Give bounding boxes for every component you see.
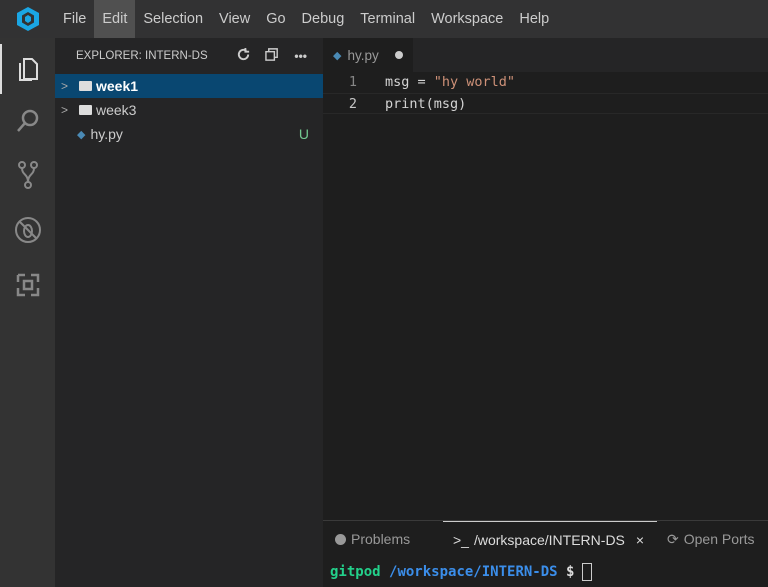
code-text: msg = [385, 74, 434, 90]
tab-label: /workspace/INTERN-DS [473, 531, 625, 548]
tree-item-label: week3 [96, 102, 137, 118]
code-line: 1 msg = "hy world" [323, 72, 768, 93]
terminal-cursor [582, 563, 593, 581]
menu-debug[interactable]: Debug [294, 0, 353, 38]
bottom-panel: Problems >_/workspace/INTERN-DS × ⟳ Open P… [323, 520, 768, 587]
menu-edit[interactable]: Edit [94, 0, 136, 38]
tree-item-hy-py[interactable]: ◆ hy.py U [55, 122, 323, 146]
tab-problems[interactable]: Problems [335, 521, 410, 557]
menu-selection[interactable]: Selection [135, 0, 211, 38]
tree-item-week3[interactable]: > week3 [55, 98, 323, 122]
folder-icon [79, 105, 92, 115]
menu-workspace[interactable]: Workspace [423, 0, 511, 38]
close-icon[interactable]: × [636, 532, 644, 548]
prompt-user: gitpod [330, 564, 381, 580]
collapse-all-icon[interactable] [265, 47, 280, 65]
extensions-icon[interactable] [0, 260, 55, 310]
ports-icon: ⟳ [667, 530, 679, 547]
tab-label: hy.py [347, 47, 379, 63]
tab-terminal[interactable]: >_/workspace/INTERN-DS × [443, 521, 657, 557]
more-actions-icon[interactable]: ••• [294, 49, 307, 63]
explorer-icon[interactable] [0, 44, 55, 94]
tree-item-label: week1 [96, 78, 139, 94]
chevron-right-icon: > [61, 79, 69, 93]
tree-item-label: hy.py [90, 126, 123, 142]
menu-terminal[interactable]: Terminal [352, 0, 423, 38]
menu-bar: File Edit Selection View Go Debug Termin… [0, 0, 768, 38]
refresh-icon[interactable] [236, 47, 251, 65]
debug-icon[interactable] [0, 205, 55, 255]
chevron-right-icon: > [61, 103, 69, 117]
tree-item-week1[interactable]: > week1 [55, 74, 323, 98]
gitpod-logo-icon[interactable] [0, 0, 55, 38]
menu-go[interactable]: Go [258, 0, 293, 38]
line-number: 2 [348, 96, 357, 112]
activity-bar [0, 38, 55, 587]
menu-help[interactable]: Help [511, 0, 557, 38]
tab-label: Open Ports [683, 531, 755, 547]
python-file-icon: ◆ [333, 49, 342, 62]
editor-tab-bar: ◆ hy.py [323, 38, 768, 72]
code-editor[interactable]: 1 msg = "hy world" 2 print(msg) [323, 72, 768, 520]
menu-file[interactable]: File [55, 0, 94, 38]
code-string: "hy world" [433, 74, 516, 90]
prompt-path: /workspace/INTERN-DS [389, 564, 558, 580]
source-control-icon[interactable] [0, 150, 55, 200]
line-number: 1 [348, 74, 357, 90]
explorer-title: EXPLORER: INTERN-DS [76, 50, 208, 62]
unsaved-dot-icon[interactable] [394, 51, 403, 59]
code-text: print(msg) [385, 96, 467, 112]
tab-open-ports[interactable]: ⟳ Open Ports [667, 521, 755, 557]
terminal-prompt[interactable]: gitpod /workspace/INTERN-DS $ [323, 557, 768, 587]
python-file-icon: ◆ [77, 128, 86, 141]
search-icon[interactable] [0, 96, 55, 146]
tab-label: Problems [351, 531, 411, 547]
tab-hy-py[interactable]: ◆ hy.py [323, 38, 413, 72]
folder-icon [79, 81, 92, 91]
explorer-sidebar: EXPLORER: INTERN-DS ••• > week1 > week3 ◆ h… [55, 38, 323, 587]
untracked-badge: U [298, 126, 309, 142]
menu-view[interactable]: View [211, 0, 258, 38]
terminal-icon: >_ [453, 531, 469, 548]
info-icon [335, 533, 346, 545]
prompt-symbol: $ [566, 564, 575, 580]
code-line: 2 print(msg) [323, 93, 768, 114]
